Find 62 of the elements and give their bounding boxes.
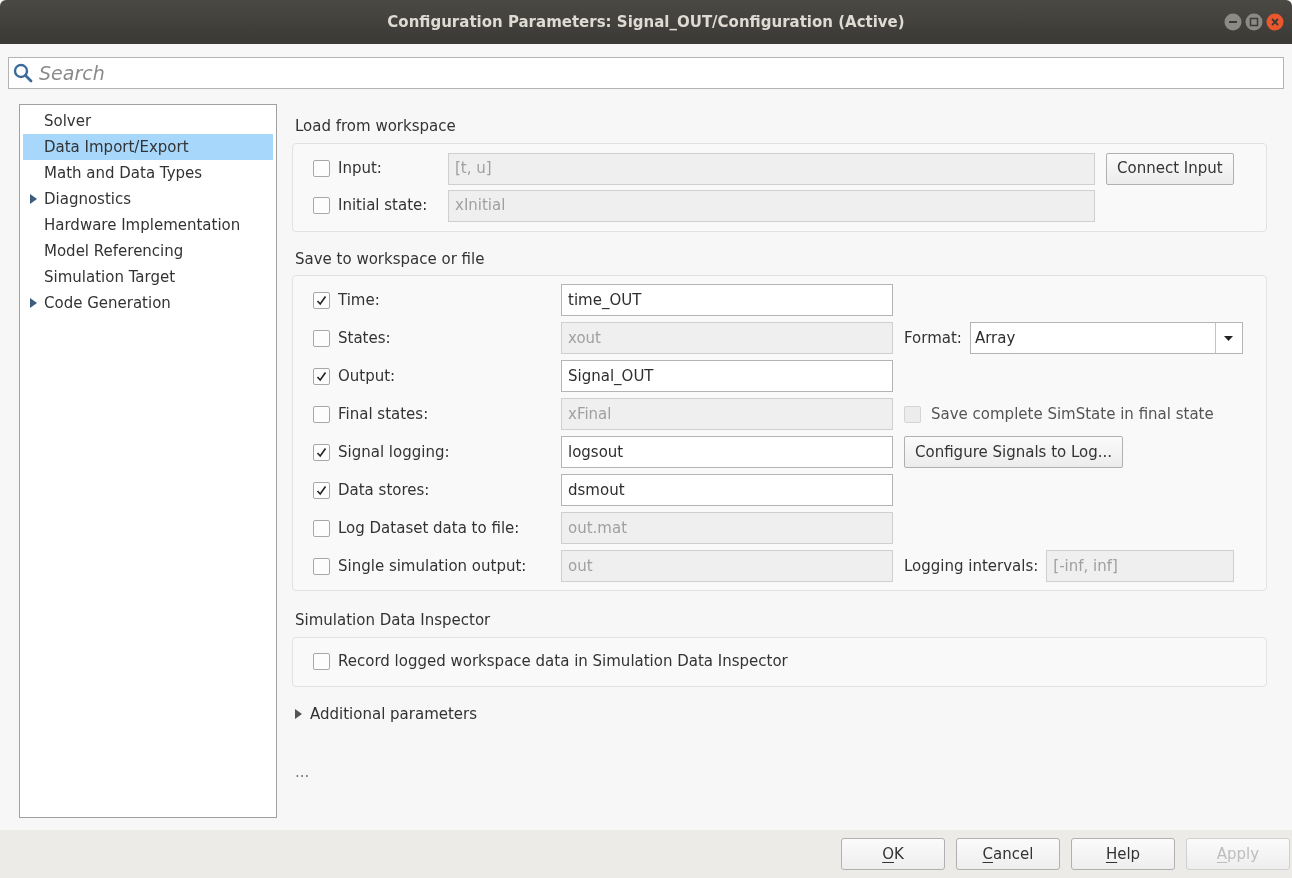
dialog-button[interactable]: Cancel (956, 838, 1060, 870)
option-label: Single simulation output: (338, 555, 527, 577)
dialog-button[interactable]: Help (1071, 838, 1175, 870)
expand-arrow-icon (295, 708, 302, 719)
checkbox[interactable] (313, 481, 330, 499)
search-field[interactable]: Search (8, 57, 1284, 89)
logging-intervals-label: Logging intervals: (904, 555, 1039, 577)
button[interactable]: Connect Input (1106, 152, 1234, 185)
format-dropdown[interactable]: Array (969, 322, 1243, 354)
section-title: Load from workspace (294, 116, 457, 137)
checkbox[interactable] (313, 160, 330, 177)
option-label: Signal logging: (338, 441, 450, 463)
option-label: Log Dataset data to file: (338, 517, 520, 539)
tree-item[interactable]: Code Generation (23, 290, 273, 316)
checkbox[interactable] (313, 443, 330, 461)
additional-parameters-toggle[interactable]: Additional parameters (292, 702, 1267, 725)
option-label: Input: (338, 158, 382, 180)
dialog-button[interactable]: OK (841, 838, 945, 870)
text-field[interactable]: Signal_OUT (561, 360, 893, 392)
option-label: Initial state: (338, 195, 428, 217)
checkbox[interactable] (313, 197, 330, 214)
option-label: Time: (338, 289, 380, 311)
text-field[interactable]: logsout (561, 436, 893, 468)
tree-item[interactable]: Hardware Implementation (23, 212, 273, 238)
option-label: States: (338, 327, 391, 349)
tree-item[interactable]: Math and Data Types (23, 160, 273, 186)
search-icon (13, 63, 33, 83)
format-label: Format: (904, 327, 962, 349)
tree-item[interactable]: Data Import/Export (23, 134, 273, 160)
checkmark-icon (316, 446, 327, 458)
minimize-icon[interactable] (1224, 13, 1242, 31)
checkmark-icon (316, 370, 327, 382)
expand-arrow-icon (30, 298, 37, 308)
checkbox[interactable] (313, 291, 330, 309)
checkbox[interactable] (313, 367, 330, 385)
expand-arrow-icon (30, 194, 37, 204)
close-icon[interactable] (1266, 13, 1284, 31)
checkmark-icon (316, 294, 327, 306)
section-title: Save to workspace or file (294, 248, 486, 270)
tree-item[interactable]: Solver (23, 108, 273, 134)
text-field[interactable]: time_OUT (561, 284, 893, 316)
checkbox[interactable] (313, 329, 330, 347)
option-label: Output: (338, 365, 396, 387)
checkmark-icon (316, 484, 327, 496)
caret-icon (1224, 335, 1234, 341)
section-title: Simulation Data Inspector (294, 610, 492, 631)
checkbox-label: Save complete SimState in final state (931, 403, 1214, 425)
checkbox[interactable] (313, 405, 330, 423)
checkbox[interactable] (313, 557, 330, 575)
tree-item[interactable]: Simulation Target (23, 264, 273, 290)
ellipsis-text: ... (294, 762, 311, 783)
button[interactable]: Configure Signals to Log... (904, 436, 1124, 468)
checkbox-label: Record logged workspace data in Simulation Data Inspector (338, 651, 788, 673)
tree-item[interactable]: Model Referencing (23, 238, 273, 264)
tree-item[interactable]: Diagnostics (23, 186, 273, 212)
option-label: Final states: (338, 403, 429, 425)
option-label: Data stores: (338, 479, 430, 501)
text-field[interactable]: dsmout (561, 474, 893, 506)
maximize-icon[interactable] (1245, 13, 1263, 31)
checkbox[interactable] (313, 519, 330, 537)
checkbox[interactable] (313, 653, 330, 670)
window-title: Configuration Parameters: Signal_OUT/Configuration (Active) (387, 11, 905, 33)
